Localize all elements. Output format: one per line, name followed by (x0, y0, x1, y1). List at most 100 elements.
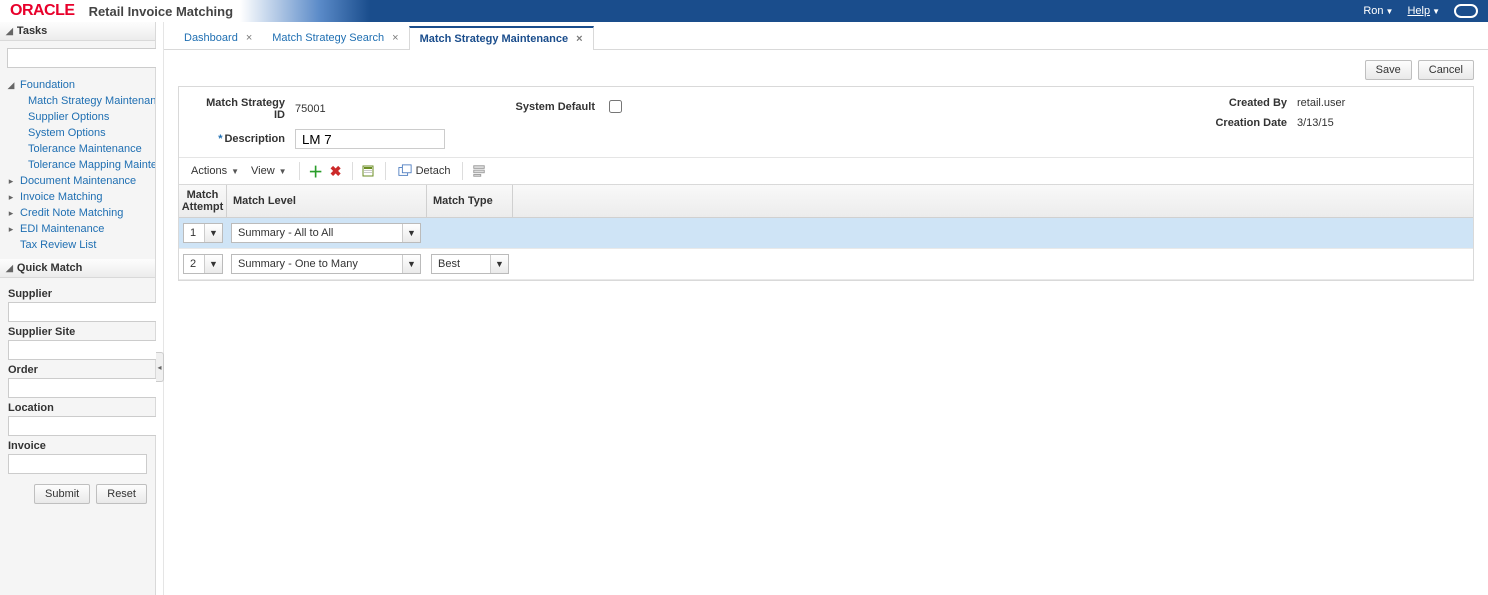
separator (385, 162, 386, 180)
grid: Match Attempt Match Level Match Type 1 ▼ (179, 185, 1473, 280)
col-match-level[interactable]: Match Level (227, 185, 427, 217)
nav-label: Credit Note Matching (20, 207, 123, 219)
order-label: Order (8, 364, 147, 376)
invoice-input[interactable] (8, 454, 147, 474)
sidebar: ◢ Tasks ◢ Foundation Match Strategy Main… (0, 22, 156, 595)
order-combo[interactable]: ▼ (8, 378, 147, 398)
nav-edi-maintenance[interactable]: ▸ EDI Maintenance (0, 221, 155, 237)
delete-button[interactable]: ✖ (326, 161, 346, 181)
help-menu[interactable]: Help▼ (1407, 5, 1440, 17)
supplier-combo[interactable]: ▼ (8, 302, 147, 322)
created-by-label: Created By (1197, 97, 1287, 109)
tab-match-strategy-maintenance[interactable]: Match Strategy Maintenance × (409, 26, 594, 50)
invoice-label: Invoice (8, 440, 147, 452)
location-label: Location (8, 402, 147, 414)
nav-label: Document Maintenance (20, 175, 136, 187)
col-label: Match (187, 189, 219, 201)
grid-toolbar: Actions ▼ View ▼ ＋ ✖ Detach (179, 157, 1473, 185)
nav-foundation-label: Foundation (20, 79, 75, 91)
view-menu[interactable]: View ▼ (245, 163, 293, 179)
system-default-label: System Default (495, 101, 595, 113)
app-title: Retail Invoice Matching (89, 4, 233, 19)
col-match-attempt[interactable]: Match Attempt (179, 185, 227, 217)
table-row[interactable]: 2 ▼ Summary - One to Many ▼ Best ▼ (179, 249, 1473, 280)
tasks-title: Tasks (17, 25, 47, 37)
quick-match-heading[interactable]: ◢ Quick Match (0, 259, 155, 278)
nav-tolerance-maintenance[interactable]: Tolerance Maintenance (0, 141, 155, 157)
expand-icon: ◢ (6, 80, 16, 91)
tab-label: Match Strategy Search (272, 32, 384, 44)
tabs-row: Dashboard × Match Strategy Search × Matc… (164, 22, 1488, 50)
collapse-icon: ◢ (6, 263, 13, 274)
type-value: Best (432, 255, 490, 273)
chevron-down-icon[interactable]: ▼ (402, 255, 420, 273)
nav-match-strategy-maintenance[interactable]: Match Strategy Maintenance (0, 93, 155, 109)
save-button[interactable]: Save (1365, 60, 1412, 80)
creation-date-label: Creation Date (1197, 117, 1287, 129)
topbar-right: Ron▼ Help▼ (1363, 4, 1478, 18)
collapse-strip: ◂ (156, 22, 164, 595)
reset-button[interactable]: Reset (96, 484, 147, 504)
attempt-value: 2 (184, 255, 204, 273)
system-default-checkbox[interactable] (609, 100, 622, 113)
nav-system-options[interactable]: System Options (0, 125, 155, 141)
help-menu-label: Help (1407, 5, 1430, 17)
chevron-down-icon: ▼ (279, 167, 287, 176)
wrap-button[interactable] (469, 161, 489, 181)
nav-foundation[interactable]: ◢ Foundation (0, 77, 155, 93)
expand-icon: ▸ (6, 224, 16, 235)
type-combo[interactable]: Best ▼ (431, 254, 509, 274)
user-menu[interactable]: Ron▼ (1363, 5, 1393, 17)
created-by-value: retail.user (1297, 97, 1345, 109)
description-input[interactable] (295, 129, 445, 149)
oracle-icon[interactable] (1454, 4, 1478, 18)
form-head: Match Strategy ID 75001 *Description Sys… (179, 87, 1473, 157)
cancel-button[interactable]: Cancel (1418, 60, 1474, 80)
match-strategy-id-label: Match Strategy ID (195, 97, 285, 121)
table-row[interactable]: 1 ▼ Summary - All to All ▼ (179, 218, 1473, 249)
chevron-down-icon[interactable]: ▼ (204, 224, 222, 242)
nav-invoice-matching[interactable]: ▸ Invoice Matching (0, 189, 155, 205)
export-button[interactable] (359, 161, 379, 181)
task-search-row (0, 41, 155, 75)
quick-match-buttons: Submit Reset (8, 484, 147, 504)
expand-icon: ▸ (6, 176, 16, 187)
nav-document-maintenance[interactable]: ▸ Document Maintenance (0, 173, 155, 189)
tasks-heading[interactable]: ◢ Tasks (0, 22, 155, 41)
form-panel: Match Strategy ID 75001 *Description Sys… (178, 86, 1474, 281)
required-icon: * (218, 133, 222, 145)
detach-button[interactable]: Detach (392, 162, 457, 180)
submit-button[interactable]: Submit (34, 484, 90, 504)
expand-icon (6, 240, 16, 250)
nav-tolerance-mapping[interactable]: Tolerance Mapping Maintena (0, 157, 155, 173)
chevron-down-icon: ▼ (231, 167, 239, 176)
page-actions: Save Cancel (164, 50, 1488, 86)
level-value: Summary - One to Many (232, 255, 402, 273)
close-icon[interactable]: × (246, 32, 252, 44)
attempt-combo[interactable]: 2 ▼ (183, 254, 223, 274)
nav-supplier-options[interactable]: Supplier Options (0, 109, 155, 125)
col-match-type[interactable]: Match Type (427, 185, 513, 217)
chevron-down-icon[interactable]: ▼ (204, 255, 222, 273)
level-combo[interactable]: Summary - One to Many ▼ (231, 254, 421, 274)
nav-tax-review-list[interactable]: Tax Review List (0, 237, 155, 253)
detach-icon (398, 164, 412, 178)
main-layout: ◢ Tasks ◢ Foundation Match Strategy Main… (0, 22, 1488, 595)
sidebar-collapse-handle[interactable]: ◂ (156, 352, 164, 382)
level-combo[interactable]: Summary - All to All ▼ (231, 223, 421, 243)
chevron-down-icon[interactable]: ▼ (402, 224, 420, 242)
attempt-combo[interactable]: 1 ▼ (183, 223, 223, 243)
location-combo[interactable]: ▼ (8, 416, 147, 436)
add-button[interactable]: ＋ (306, 161, 326, 181)
close-icon[interactable]: × (392, 32, 398, 44)
plus-icon: ＋ (308, 161, 323, 182)
actions-menu[interactable]: Actions ▼ (185, 163, 245, 179)
supplier-site-combo[interactable]: ▼ (8, 340, 147, 360)
description-label: *Description (195, 133, 285, 145)
close-icon[interactable]: × (576, 33, 582, 45)
chevron-down-icon[interactable]: ▼ (490, 255, 508, 273)
tab-dashboard[interactable]: Dashboard × (174, 27, 262, 49)
tab-match-strategy-search[interactable]: Match Strategy Search × (262, 27, 408, 49)
view-label: View (251, 165, 275, 177)
nav-credit-note-matching[interactable]: ▸ Credit Note Matching (0, 205, 155, 221)
